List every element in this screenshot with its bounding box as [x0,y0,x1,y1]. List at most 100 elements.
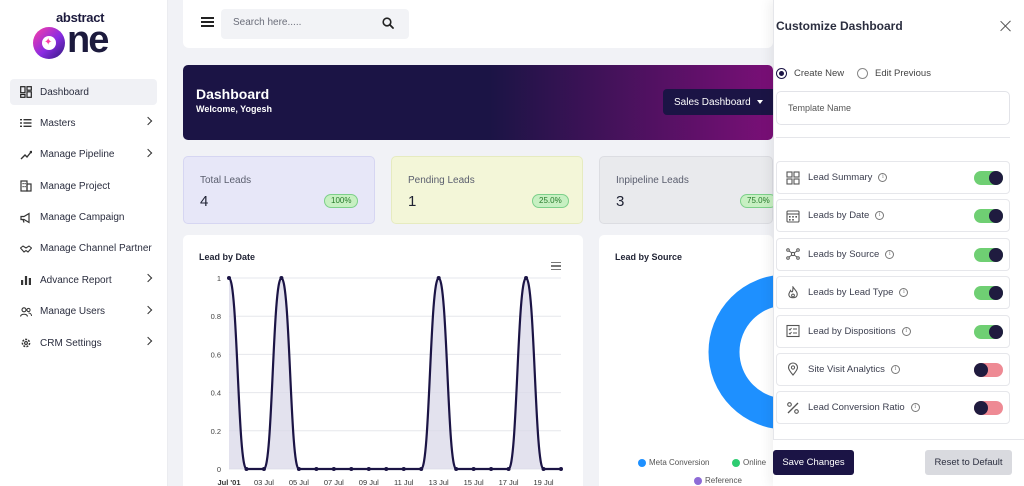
toggle-knob [974,401,988,416]
sidebar-nav: Dashboard Masters Manage Pipeline Manage Pr… [10,79,157,362]
sidebar-item-label: Manage Campaign [40,212,125,224]
y-tick-label: 0.8 [211,312,221,321]
x-tick-label: 11 Jul [394,478,414,486]
pipeline-icon [20,149,32,161]
widget-toggle[interactable] [974,247,1003,262]
dashboard-select-label: Sales Dashboard [674,96,751,108]
sidebar-item-label: Manage Pipeline [40,149,115,161]
info-icon[interactable]: i [910,403,920,413]
sidebar-item-dashboard[interactable]: Dashboard [10,79,157,105]
legend-label: Online [743,458,767,467]
data-point[interactable] [559,467,563,471]
radio-selected-icon [776,68,787,79]
widget-label: Lead Conversion Ratio [808,402,905,414]
template-name-field [776,91,1010,125]
logo-big-text: ne [67,19,109,61]
stat-card-total-leads[interactable]: Total Leads 4 100% [183,156,375,224]
widget-toggle[interactable] [974,362,1003,377]
info-icon[interactable]: i [875,211,885,221]
sidebar-item-advance-report[interactable]: Advance Report [10,267,157,293]
widget-row-leads-by-source: Leads by Source i [776,237,1010,271]
calendar-icon [786,209,800,223]
search-icon[interactable] [382,17,394,29]
sidebar-item-manage-campaign[interactable]: Manage Campaign [10,205,157,231]
x-tick-label: 03 Jul [254,478,274,486]
data-point[interactable] [489,467,494,471]
hamburger-menu-icon[interactable] [201,17,214,27]
gear-icon [20,337,32,349]
sidebar-item-label: Manage Users [40,306,106,318]
stat-card-pending-leads[interactable]: Pending Leads 1 25.0% [391,156,583,224]
template-name-input[interactable] [788,103,988,113]
data-point[interactable] [436,276,441,280]
toggle-knob [989,324,1003,339]
sidebar-item-manage-pipeline[interactable]: Manage Pipeline [10,142,157,168]
data-point[interactable] [454,467,459,471]
info-icon[interactable]: i [890,364,900,374]
widget-toggle[interactable] [974,209,1003,224]
toggle-knob [989,209,1003,224]
x-tick-label: 19 Jul [534,478,554,486]
lead-by-date-panel: Lead by Date 0 0.2 0.4 0.6 0.8 1 Jul '01 03 Jul… [183,235,583,486]
percent-icon [786,401,800,415]
info-icon[interactable]: i [899,288,909,298]
brand-logo[interactable]: abstract ✦ ne [32,10,136,60]
data-point[interactable] [506,467,511,471]
data-point[interactable] [331,467,336,471]
data-point[interactable] [366,467,371,471]
data-point[interactable] [314,467,319,471]
data-point[interactable] [279,276,284,280]
reset-to-default-button[interactable]: Reset to Default [925,450,1012,475]
y-tick-label: 1 [217,274,221,283]
lead-by-source-donut [708,275,773,429]
info-icon[interactable]: i [901,326,911,336]
data-point[interactable] [524,276,529,280]
bar-chart-icon [20,274,32,286]
widget-toggle[interactable] [974,324,1003,339]
y-tick-label: 0.6 [211,350,221,359]
data-point[interactable] [419,467,424,471]
legend-item[interactable]: Meta Conversion [638,458,709,467]
data-point[interactable] [244,467,249,471]
sidebar-item-masters[interactable]: Masters [10,110,157,136]
data-point[interactable] [384,467,389,471]
data-point[interactable] [541,467,546,471]
stat-card-inpipeline-leads[interactable]: Inpipeline Leads 3 75.0% [599,156,777,224]
info-icon[interactable]: i [878,173,888,182]
radio-create-new[interactable]: Create New [776,68,844,79]
widget-toggle[interactable] [974,401,1003,416]
info-icon[interactable]: i [885,249,895,259]
close-icon[interactable] [1000,20,1012,32]
stat-label: Inpipeline Leads [616,175,689,186]
data-point[interactable] [261,467,266,471]
legend-item[interactable]: Online [732,458,766,467]
legend-item[interactable]: Reference [694,476,742,485]
overlay-footer: Save Changes Reset to Default [773,439,1024,486]
sidebar-item-manage-project[interactable]: Manage Project [10,173,157,199]
radio-edit-previous[interactable]: Edit Previous [857,68,931,79]
users-icon [20,306,32,318]
data-point[interactable] [296,467,301,471]
widget-toggle[interactable] [974,171,1003,185]
search-box [221,9,409,39]
donut-slice-meta-conversion [708,275,773,429]
widget-toggle[interactable] [974,286,1003,301]
data-point[interactable] [401,467,406,471]
dashboard-select[interactable]: Sales Dashboard [663,89,773,115]
toggle-knob [989,286,1003,301]
stat-value: 1 [408,193,417,210]
data-point[interactable] [227,276,231,280]
sidebar-item-manage-channel-partner[interactable]: Manage Channel Partner [10,236,157,262]
lead-by-date-chart: 0 0.2 0.4 0.6 0.8 1 Jul '01 03 Jul 05 Jul 07 Jul 0… [211,274,563,486]
list-icon [20,117,32,129]
y-tick-label: 0.2 [211,427,221,436]
sidebar-item-manage-users[interactable]: Manage Users [10,299,157,325]
x-tick-label: 09 Jul [359,478,379,486]
megaphone-icon [20,212,32,224]
legend-dot [638,458,646,467]
data-point[interactable] [349,467,354,471]
save-changes-button[interactable]: Save Changes [773,450,854,475]
search-input[interactable] [233,17,373,28]
sidebar-item-crm-settings[interactable]: CRM Settings [10,330,157,356]
data-point[interactable] [471,467,476,471]
